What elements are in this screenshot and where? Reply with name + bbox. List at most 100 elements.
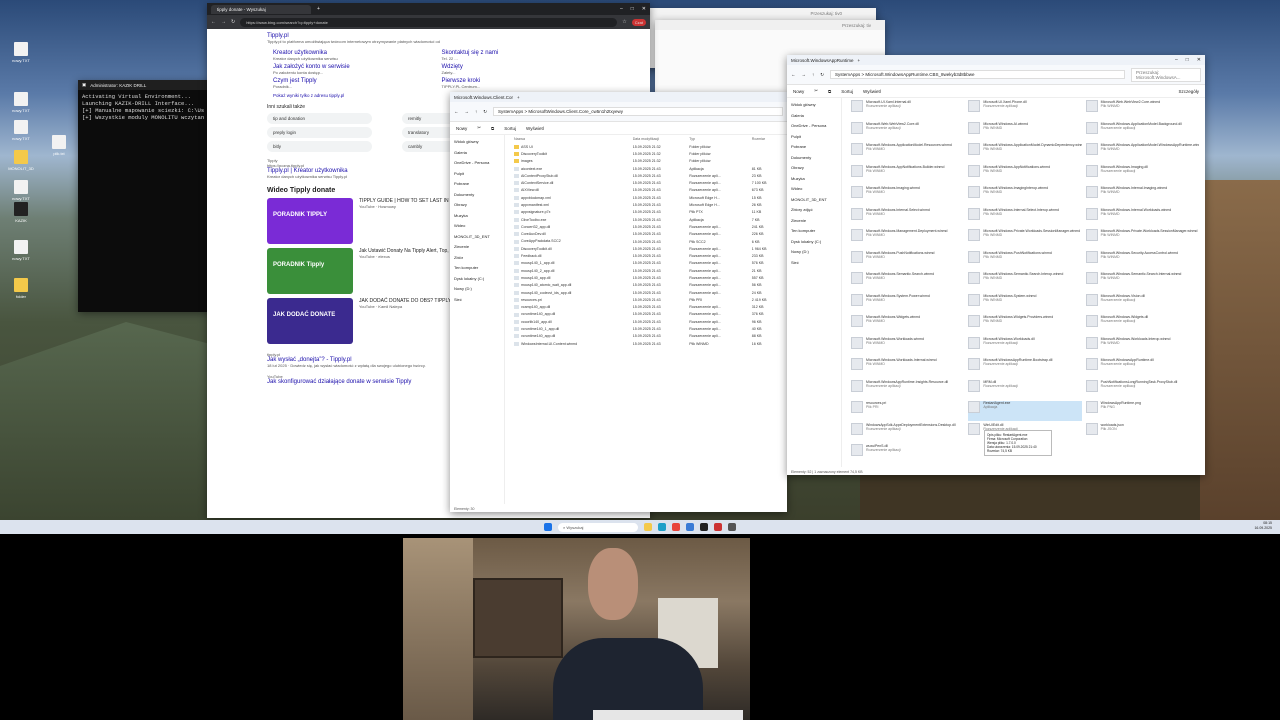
sitelink[interactable]: Kreator użytkownika Kreator danych użytko… (273, 50, 422, 61)
new-tab-icon[interactable]: + (858, 58, 861, 63)
file-explorer-window-2[interactable]: Microsoft.WindowsAppRuntime + – □ ✕ ← → ↑ ↻ Syst… (787, 55, 1205, 475)
file-tile[interactable]: Microsoft.Windows.Semantic.Search.winmd P… (851, 272, 964, 292)
sort-button[interactable]: Sortuj (504, 126, 516, 131)
up-icon[interactable]: ↑ (475, 109, 477, 114)
file-tile[interactable]: Microsoft.Windows.Imaging.dll Rozszerzeni… (1085, 164, 1199, 185)
file-tile[interactable]: MRM.dll Rozszerzenie aplikacji (968, 379, 1081, 400)
file-tile[interactable]: Microsoft.Windows.Semantic.Search.Intero… (968, 272, 1081, 292)
file-tile[interactable]: Microsoft.Windows.System.winmd Plik WINMD (968, 293, 1081, 314)
file-row[interactable]: vcamp140_app.dll 15.09.2025 21:43 Rozszerz… (512, 304, 783, 311)
new-tab-icon[interactable]: + (517, 95, 520, 100)
store-icon[interactable] (686, 523, 694, 531)
breadcrumb[interactable]: SystemApps > Microsoft.WindowsAppRuntime… (830, 70, 1125, 79)
related-search-chip[interactable]: tip and donation (267, 113, 372, 124)
desktop-icon[interactable]: nowy.TXT (4, 240, 38, 261)
file-tile[interactable]: Microsoft.Windows.AppNotifications.winmd… (968, 164, 1081, 185)
back-icon[interactable]: ← (211, 19, 216, 25)
nav-item[interactable]: Dysk lokalny (C:) (454, 274, 500, 285)
column-header[interactable]: Data modyfikacji (631, 135, 688, 143)
search-box[interactable]: Przeszukaj: Microsoft.WindowsA... (1131, 67, 1201, 82)
new-button[interactable]: Nowy (456, 126, 467, 131)
file-tile[interactable]: Microsoft.UI.Xaml.Internal.dll Rozszerzen… (851, 100, 964, 120)
file-tile[interactable]: Microsoft.Web.WebView2.Core.winmd Plik WI… (1085, 100, 1199, 120)
video-thumbnail[interactable]: PORADNIK Tipply (267, 248, 353, 294)
file-tile[interactable]: Microsoft.Windows.Internal.Imaging.winmd… (1085, 186, 1199, 206)
cut-icon[interactable]: ✂ (814, 88, 818, 94)
app-icon[interactable] (714, 523, 722, 531)
nav-item[interactable]: Widok główny (791, 100, 837, 111)
file-tile[interactable]: Microsoft.Windows.Widgets.dll Rozszerzeni… (1085, 315, 1199, 335)
sitelink[interactable]: Pierwsze kroki TIPPLY.PL Centrum... (442, 78, 591, 89)
file-tile[interactable]: Microsoft.Windows.AI.winmd Plik WINMD (968, 121, 1081, 142)
file-tile[interactable]: Microsoft.Windows.System.Power.winmd Plik… (851, 293, 964, 314)
desktop-icon[interactable]: nowy.TXT (4, 92, 38, 113)
file-tile[interactable]: Microsoft.Windows.Management.Deployment.… (851, 229, 964, 249)
file-row[interactable]: mousp140_atomic_wait_app.dll 15.09.2025 2… (512, 282, 783, 289)
file-row[interactable]: mousp140_1_app.dll 15.09.2025 21:43 Rozsze… (512, 260, 783, 267)
column-header[interactable]: Nazwa (512, 135, 631, 143)
nav-item[interactable]: Pobrane (791, 142, 837, 153)
nav-item[interactable]: Dokumenty (791, 153, 837, 164)
nav-item[interactable]: Wideo (791, 184, 837, 195)
maximize-icon[interactable]: □ (631, 6, 634, 12)
file-tile[interactable]: Microsoft.Windows.Imaging.winmd Plik WINM… (851, 186, 964, 206)
file-row[interactable]: CoreAuxDev.dll 15.09.2025 21:43 Rozszerzen… (512, 231, 783, 238)
chrome-icon[interactable] (672, 523, 680, 531)
file-row[interactable]: aicontext.exe 15.09.2025 21:43 Aplikacja 81… (512, 165, 783, 172)
minimize-icon[interactable]: – (1175, 57, 1178, 63)
file-tile[interactable]: resources.pri Plik PRI (851, 401, 964, 421)
maximize-icon[interactable]: □ (1186, 57, 1189, 63)
nav-item[interactable]: Obrazy (454, 200, 500, 211)
details-button[interactable]: Szczegóły (1178, 89, 1199, 94)
sitelink[interactable]: Skontaktuj się z nami Tel. 22 ... (442, 50, 591, 61)
desktop-icon[interactable]: plik.txt (42, 135, 76, 156)
refresh-icon[interactable]: ↻ (483, 109, 487, 115)
file-row[interactable]: vcruntime140_1_app.dll 15.09.2025 21:43 Ro… (512, 325, 783, 332)
nav-item[interactable]: Muzyka (791, 174, 837, 185)
nav-item[interactable]: Widok główny (454, 137, 500, 148)
file-tile[interactable]: PushNotificationsLongRunningTask.ProxySt… (1085, 379, 1199, 400)
nav-item[interactable]: Ten komputer (791, 226, 837, 237)
minimize-icon[interactable]: – (620, 6, 623, 12)
file-row[interactable]: DiscoveryToolkit.dll 15.09.2025 21:43 Rozs… (512, 245, 783, 252)
taskbar-search[interactable]: ⌕ Wyszukaj (558, 522, 638, 532)
file-tile[interactable]: Microsoft.Windows.PushNotifications.winm… (851, 250, 964, 271)
video-thumbnail[interactable]: PORADNIK TIPPLY (267, 198, 353, 244)
clock[interactable]: 08:15 16.09.2025 (1254, 521, 1272, 531)
video-thumbnail[interactable]: JAK DODAĆ DONATE (267, 298, 353, 344)
explorer-tab-title[interactable]: Microsoft.WindowsAppRuntime (791, 58, 854, 63)
file-tile[interactable]: Microsoft.Windows.Internal.Workloads.win… (1085, 207, 1199, 228)
reload-icon[interactable]: ↻ (231, 19, 235, 25)
file-row[interactable]: AIContextProxyStub.dll 15.09.2025 21:43 Ro… (512, 172, 783, 179)
file-tile[interactable]: Microsoft.WindowsAppRuntime.Insights.Res… (851, 379, 964, 400)
file-tile[interactable]: Microsoft.Windows.Internal.Select.Intero… (968, 207, 1081, 228)
file-row[interactable]: Concert32_app.dll 15.09.2025 21:43 Rozszer… (512, 223, 783, 230)
address-bar[interactable]: https://www.bing.com/search?q=tipply+don… (240, 17, 618, 27)
file-tile[interactable]: wuxuiPenS.dll Rozszerzenie aplikacji (851, 444, 964, 464)
file-tile[interactable]: Microsoft.UI.Xaml.Phone.dll Rozszerzenie … (968, 100, 1081, 120)
nav-item[interactable]: Galeria (791, 111, 837, 122)
file-tile[interactable]: Microsoft.Windows.Widgets.Providers.winm… (968, 315, 1081, 335)
file-row[interactable]: appxmanifest.xml 15.09.2025 21:43 Microsof… (512, 201, 783, 208)
file-tile[interactable]: Microsoft.Windows.Semantic.Search.Intern… (1085, 272, 1199, 292)
file-explorer-window-1[interactable]: Microsoft.Windows.Client.Cor + ← → ↑ ↻ System… (450, 92, 787, 512)
file-row[interactable]: ASS UI 15.09.2025 21:32 Folder plików (512, 143, 783, 150)
forward-icon[interactable]: → (465, 109, 470, 114)
forward-icon[interactable]: → (802, 72, 807, 77)
file-row[interactable]: resources.pri 15.09.2025 21:43 Plik PRI 2 4… (512, 296, 783, 303)
file-tile[interactable]: RestartAgent.exe Aplikacja (968, 401, 1082, 421)
desktop-icon[interactable]: nowy.TXT (4, 120, 38, 141)
file-row[interactable]: vcruntime140_app.dll 15.09.2025 21:43 Rozs… (512, 311, 783, 318)
file-tile[interactable]: Microsoft.Windows.ApplicationModel.Resou… (851, 143, 964, 163)
explorer-tab-title[interactable]: Microsoft.Windows.Client.Cor (454, 95, 513, 100)
file-tile[interactable]: Microsoft.Windows.Workloads.Internal.win… (851, 358, 964, 378)
back-icon[interactable]: ← (454, 109, 459, 114)
file-row[interactable]: Feedback.dll 15.09.2025 21:43 Rozszerzenie… (512, 252, 783, 259)
file-tile[interactable]: Microsoft.Windows.Private.Workloads.Sess… (1085, 229, 1199, 249)
file-tile[interactable]: Microsoft.Windows.Workloads.dll Rozszerze… (968, 336, 1081, 357)
nav-item[interactable]: Zbiór (454, 253, 500, 264)
file-tile[interactable]: Microsoft.Windows.Workloads.winmd Plik WI… (851, 336, 964, 357)
desktop-icon[interactable]: MONOLIT_3D (4, 150, 38, 171)
breadcrumb[interactable]: SystemApps > MicrosoftWindows.Client.Cor… (493, 107, 783, 116)
desktop-icon[interactable]: nowy.TXT (4, 42, 38, 63)
